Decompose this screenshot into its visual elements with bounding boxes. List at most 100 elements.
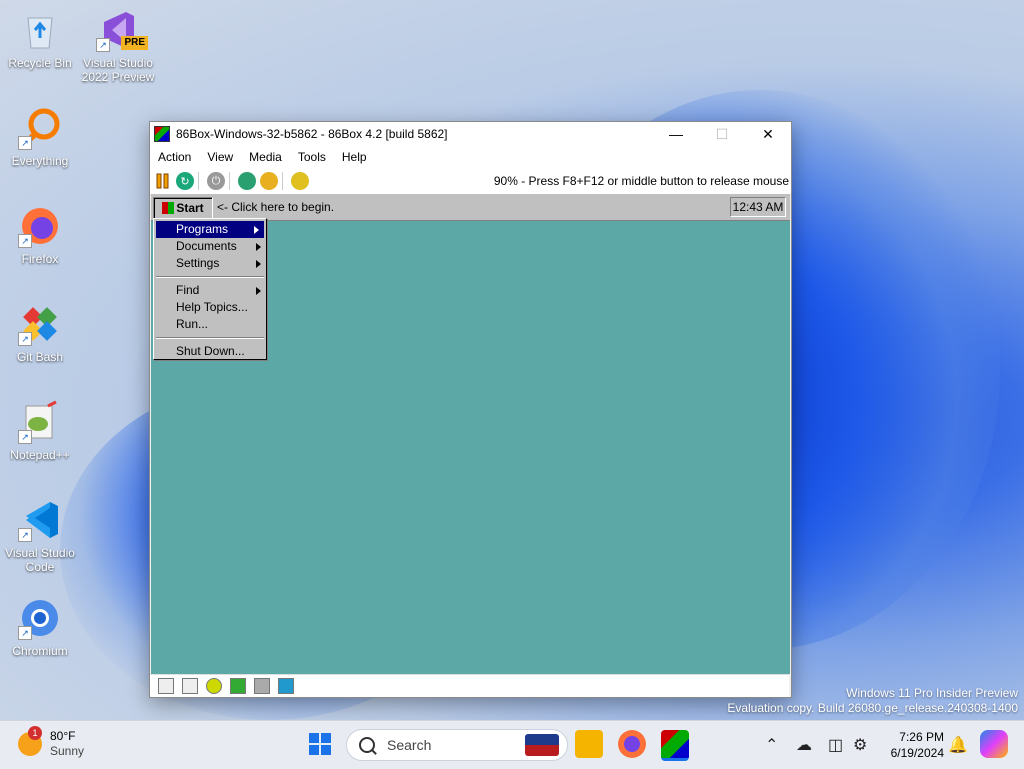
start-menu-find[interactable]: Find: [154, 282, 266, 299]
cdrom-drive-icon[interactable]: [206, 678, 222, 694]
menu-item-label: Find: [176, 283, 200, 297]
menu-bar: Action View Media Tools Help: [150, 146, 791, 168]
desktop-icon-label: Chromium: [12, 644, 68, 658]
hard-reset-icon[interactable]: ↻: [176, 172, 194, 190]
start-label: Start: [176, 201, 204, 215]
86box-window[interactable]: 86Box-Windows-32-b5862 - 86Box 4.2 [buil…: [149, 121, 792, 698]
start-menu-programs[interactable]: Programs: [156, 221, 264, 238]
notification-badge: 1: [28, 726, 42, 740]
taskbar: 1 80°F Sunny Search ⌃ ☁ ◫ ⚙ 7:26 PM 6/19…: [0, 720, 1024, 769]
watermark-line: Evaluation copy. Build 26080.ge_release.…: [727, 701, 1018, 715]
shortcut-arrow-icon: ↗: [18, 626, 32, 640]
ctrl-alt-esc-icon[interactable]: [260, 172, 278, 190]
weather-temperature: 80°F: [50, 729, 76, 743]
settings-gear-icon[interactable]: [291, 172, 309, 190]
start-menu-shut-down[interactable]: Shut Down...: [154, 343, 266, 360]
shortcut-arrow-icon: ↗: [18, 528, 32, 542]
visual-studio-icon: PRE ↗: [96, 8, 148, 52]
shortcut-arrow-icon: ↗: [18, 332, 32, 346]
sound-icon[interactable]: [278, 678, 294, 694]
submenu-arrow-icon: [256, 287, 261, 295]
submenu-arrow-icon: [256, 243, 261, 251]
guest-start-button[interactable]: Start: [153, 197, 213, 219]
menu-tools[interactable]: Tools: [290, 150, 334, 164]
file-explorer-icon[interactable]: [575, 730, 603, 758]
pause-icon[interactable]: [154, 172, 172, 190]
firefox-icon: ↗: [18, 204, 62, 248]
ctrl-alt-del-icon[interactable]: [238, 172, 256, 190]
copilot-icon[interactable]: [980, 730, 1008, 758]
desktop-icon-recycle-bin[interactable]: Recycle Bin: [0, 8, 80, 70]
menu-media[interactable]: Media: [241, 150, 290, 164]
display-icon[interactable]: ◫: [828, 735, 843, 755]
floppy-drive-icon[interactable]: [158, 678, 174, 694]
minimize-button[interactable]: —: [653, 122, 699, 146]
submenu-arrow-icon: [256, 260, 261, 268]
submenu-arrow-icon: [254, 226, 259, 234]
shortcut-arrow-icon: ↗: [96, 38, 110, 52]
system-clock[interactable]: 7:26 PM 6/19/2024: [880, 729, 944, 761]
desktop-icon-visual-studio[interactable]: PRE ↗ Visual Studio 2022 Preview: [78, 8, 158, 84]
notification-bell-icon[interactable]: 🔔: [948, 735, 968, 755]
notepad-plus-plus-icon: ↗: [18, 400, 62, 444]
clock-time: 7:26 PM: [899, 730, 944, 744]
menu-action[interactable]: Action: [150, 150, 199, 164]
shortcut-arrow-icon: ↗: [18, 430, 32, 444]
menu-item-label: Run...: [176, 317, 209, 331]
desktop-icon-label: Visual Studio 2022 Preview: [81, 56, 155, 84]
start-hint: <- Click here to begin.: [217, 200, 335, 214]
device-status-bar: [150, 674, 789, 697]
shortcut-arrow-icon: ↗: [18, 136, 32, 150]
desktop-icon-chromium[interactable]: ↗ Chromium: [0, 596, 80, 658]
clock-date: 6/19/2024: [890, 746, 944, 760]
search-placeholder: Search: [387, 737, 432, 753]
desktop-icon-vscode[interactable]: ↗ Visual Studio Code: [0, 498, 80, 574]
start-menu-settings[interactable]: Settings: [154, 255, 266, 272]
menu-item-label: Documents: [176, 239, 237, 253]
86box-app-icon: [154, 126, 170, 142]
desktop-icon-label: Firefox: [21, 252, 59, 266]
power-icon[interactable]: ⏻: [207, 172, 225, 190]
guest-screen[interactable]: Start <- Click here to begin. 12:43 AM P…: [151, 194, 790, 674]
shortcut-arrow-icon: ↗: [18, 234, 32, 248]
cloud-offline-icon[interactable]: ☁: [796, 735, 812, 755]
start-menu-run[interactable]: Run...: [154, 316, 266, 333]
menu-item-label: Shut Down...: [176, 344, 245, 358]
maximize-button[interactable]: ☐: [699, 122, 745, 146]
search-highlight-image: [525, 734, 559, 756]
mouse-capture-status: 90% - Press F8+F12 or middle button to r…: [493, 174, 789, 188]
network-icon[interactable]: [254, 678, 270, 694]
floppy-drive-icon[interactable]: [182, 678, 198, 694]
window-title: 86Box-Windows-32-b5862 - 86Box 4.2 [buil…: [176, 127, 448, 141]
close-button[interactable]: ✕: [745, 122, 791, 146]
start-menu-documents[interactable]: Documents: [154, 238, 266, 255]
desktop-icon-everything[interactable]: ↗ Everything: [0, 106, 80, 168]
menu-help[interactable]: Help: [334, 150, 375, 164]
desktop-icon-notepad-plus-plus[interactable]: ↗ Notepad++: [0, 400, 80, 462]
taskbar-search-box[interactable]: Search: [346, 729, 568, 761]
desktop-icon-firefox[interactable]: ↗ Firefox: [0, 204, 80, 266]
firefox-taskbar-icon[interactable]: [618, 730, 646, 758]
toolbar-separator: [282, 172, 283, 190]
windows-flag-icon: [162, 202, 175, 214]
desktop-icon-git-bash[interactable]: ↗ Git Bash: [0, 302, 80, 364]
chromium-icon: ↗: [18, 596, 62, 640]
menu-view[interactable]: View: [199, 150, 241, 164]
menu-item-label: Help Topics...: [176, 300, 248, 314]
weather-widget[interactable]: 1 80°F Sunny: [18, 726, 85, 759]
start-button-windows-icon[interactable]: [309, 733, 331, 755]
guest-start-menu: Programs Documents Settings Find Help To…: [153, 218, 267, 360]
86box-taskbar-icon[interactable]: [661, 730, 689, 761]
start-menu-help-topics[interactable]: Help Topics...: [154, 299, 266, 316]
window-titlebar[interactable]: 86Box-Windows-32-b5862 - 86Box 4.2 [buil…: [150, 122, 791, 146]
search-icon: [359, 737, 375, 753]
network-status-icon[interactable]: ⚙: [853, 735, 867, 755]
hard-disk-icon[interactable]: [230, 678, 246, 694]
desktop-icon-label: Everything: [11, 154, 69, 168]
chevron-up-icon[interactable]: ⌃: [765, 735, 778, 755]
everything-search-icon: ↗: [18, 106, 62, 150]
desktop-icon-label: Notepad++: [10, 448, 70, 462]
watermark-line: Windows 11 Pro Insider Preview: [846, 686, 1018, 700]
toolbar: ↻ ⏻ 90% - Press F8+F12 or middle button …: [150, 168, 791, 195]
weather-condition: Sunny: [50, 744, 85, 758]
